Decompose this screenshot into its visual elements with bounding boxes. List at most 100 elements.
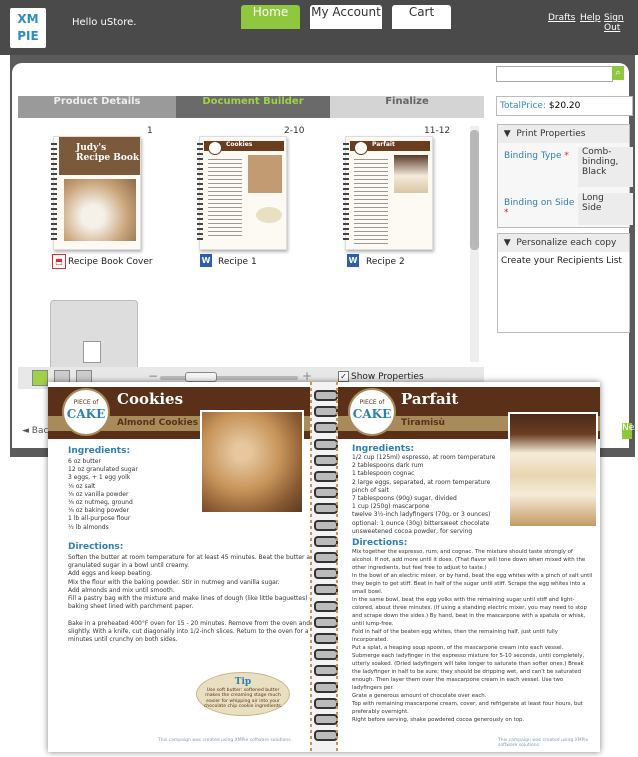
text-line: alcohol. If not, add more until it does.… xyxy=(352,557,586,563)
piece-of-cake-logo: PIECE of CAKE xyxy=(62,388,110,436)
thumb-title: Cookies xyxy=(226,141,253,148)
text-line: other ingredients, but feel free to adju… xyxy=(352,565,487,571)
view-large-icon[interactable] xyxy=(32,370,48,386)
spiral-ring xyxy=(314,649,338,661)
help-link[interactable]: Help xyxy=(580,13,601,23)
tip-body: Use soft butter: softened butter makes t… xyxy=(203,688,283,710)
step-document-builder[interactable]: Document Builder xyxy=(176,96,330,118)
preview-page-left: PIECE of CAKE Cookies Almond Cookies Ing… xyxy=(48,382,310,752)
text-line: Submerge each ladyfinger in the espresso… xyxy=(352,653,585,659)
spiral-ring xyxy=(314,438,338,450)
page-label[interactable]: Recipe 1 xyxy=(218,257,257,267)
spiral-ring xyxy=(314,471,338,482)
page-number: 11-12 xyxy=(424,126,451,136)
personalize-header[interactable]: ▼ Personalize each copy xyxy=(498,234,629,252)
step-finalize[interactable]: Finalize xyxy=(330,96,484,118)
text-line: 1 tablespoon cognac xyxy=(352,470,415,478)
page-label[interactable]: Recipe 2 xyxy=(366,257,405,267)
text-line: pinch of salt xyxy=(352,486,389,494)
piece-of-cake-logo: PIECE of CAKE xyxy=(348,388,396,436)
zoom-in-icon[interactable]: + xyxy=(302,369,312,383)
binding-side-value[interactable]: Long Side xyxy=(578,193,633,225)
spiral-ring xyxy=(314,422,338,434)
nav-home-tab[interactable]: Home xyxy=(241,5,300,29)
show-properties-checkbox[interactable]: ✓ Show Properties xyxy=(338,371,424,382)
text-line: optional: 1 ounce (30g) bittersweet choc… xyxy=(352,519,490,527)
print-properties-header[interactable]: ▼ Print Properties xyxy=(498,125,629,143)
drafts-link[interactable]: Drafts xyxy=(548,13,575,23)
text-line: ⅛ oz salt xyxy=(68,482,96,490)
create-recipients-list-link[interactable]: Create your Recipients List xyxy=(501,256,622,266)
spiral-ring xyxy=(314,519,338,531)
document-icon xyxy=(83,341,101,363)
text-line: utterly soaked. (Dried ladyfingers will … xyxy=(352,661,584,667)
checkbox-icon[interactable]: ✓ xyxy=(338,371,349,382)
step-product-details[interactable]: Product Details xyxy=(18,96,176,118)
text-line: 2 large eggs, separated, at room tempera… xyxy=(352,478,491,486)
sign-out-link[interactable]: Sign Out xyxy=(604,13,638,33)
zoom-slider[interactable] xyxy=(160,376,298,380)
ingredients-heading: Ingredients: xyxy=(68,446,131,456)
nav-cart-tab[interactable]: Cart xyxy=(392,5,451,29)
next-button[interactable]: Next xyxy=(622,423,638,439)
grid-scroll-thumb[interactable] xyxy=(470,130,479,250)
cover-image xyxy=(64,179,136,241)
spiral-ring xyxy=(314,503,338,515)
text-line: Fold in half of the beaten egg whites, t… xyxy=(352,629,558,635)
text-line: ⅛ oz baking powder xyxy=(68,507,129,515)
nav-my-account-tab[interactable]: My Account xyxy=(310,5,382,29)
logo-line-1: XM xyxy=(17,12,39,26)
recipe-title: Cookies xyxy=(117,390,184,408)
text-line: Soften the butter at room temperature fo… xyxy=(68,554,310,561)
binding-type-value[interactable]: Comb- binding, Black xyxy=(578,147,633,187)
binding-type-label: Binding Type * xyxy=(504,151,569,161)
text-line: 1 cup (250g) mascarpone xyxy=(352,503,430,511)
text-line: the ladyfinger in half to be sure; they … xyxy=(352,669,582,675)
greeting: Hello uStore. xyxy=(72,17,137,28)
cake-logo xyxy=(354,141,368,155)
zoom-slider-handle[interactable] xyxy=(185,372,217,382)
print-properties-title: Print Properties xyxy=(516,129,586,139)
total-price-box: TotalPrice: $20.20 xyxy=(496,96,633,116)
page-number: 2-10 xyxy=(284,126,305,136)
spiral-ring xyxy=(314,568,338,580)
page-footer: This campaign was created using XMPie so… xyxy=(498,738,589,748)
text-line: and scrape down the sides.) By hand, bea… xyxy=(352,613,586,619)
text-line: Put a splat, a heaping soup spoon, of th… xyxy=(352,645,564,651)
text-line: 2 tablespoons dark rum xyxy=(352,462,424,470)
search-icon[interactable]: ⌕ xyxy=(612,66,624,80)
binding-side-value-line: Long xyxy=(582,193,604,203)
ingredients-list: 1/2 cup (125ml) espresso, at room temper… xyxy=(352,454,495,536)
empty-page-slot[interactable] xyxy=(50,300,138,368)
zoom-out-icon[interactable]: − xyxy=(148,369,158,383)
spiral-ring xyxy=(314,535,338,547)
personalize-title: Personalize each copy xyxy=(516,238,617,248)
total-price-label: TotalPrice: xyxy=(500,101,547,111)
text-line: unsweetened cocoa powder, for serving xyxy=(352,527,473,535)
text-line: twelve 3½-inch ladyfingers (70g, or 3 ou… xyxy=(352,511,491,519)
perforation-left xyxy=(310,382,312,752)
spiral-ring xyxy=(314,600,338,612)
text-line: ⅛ oz vanilla powder xyxy=(68,490,129,498)
text-line: Add almonds and mix until smooth. xyxy=(68,586,175,594)
thumbnail-recipe-2[interactable]: Parfait xyxy=(343,136,433,250)
personalize-panel: ▼ Personalize each copy Create your Reci… xyxy=(497,233,630,333)
text-line: In the same bowl, beat the egg yolks wit… xyxy=(352,597,575,603)
thumbnail-cover[interactable]: Judy's Recipe Book xyxy=(51,136,141,250)
search-input[interactable] xyxy=(496,66,613,82)
text-line: 12 oz granulated sugar xyxy=(68,466,138,474)
cookies-photo xyxy=(200,410,304,514)
binding-type-value-line: Black xyxy=(582,167,607,177)
directions-text: Soften the butter at room temperature fo… xyxy=(68,554,310,644)
show-properties-label: Show Properties xyxy=(351,372,424,382)
page-label[interactable]: Recipe Book Cover xyxy=(68,257,153,267)
xmpie-logo[interactable]: XM PIE xyxy=(10,8,46,48)
tip-badge: Tip Use soft butter: softened butter mak… xyxy=(196,672,290,716)
cover-title: Judy's Recipe Book xyxy=(76,143,140,163)
recipe-book-preview: PIECE of CAKE Cookies Almond Cookies Ing… xyxy=(48,382,600,752)
parfait-photo xyxy=(508,412,598,528)
text-line: colored, about three minutes. (If using … xyxy=(352,605,587,611)
thumbnail-recipe-1[interactable]: Cookies xyxy=(197,136,287,250)
binding-type-text: Binding Type xyxy=(504,151,562,161)
text-line: until lump-free. xyxy=(352,621,394,627)
